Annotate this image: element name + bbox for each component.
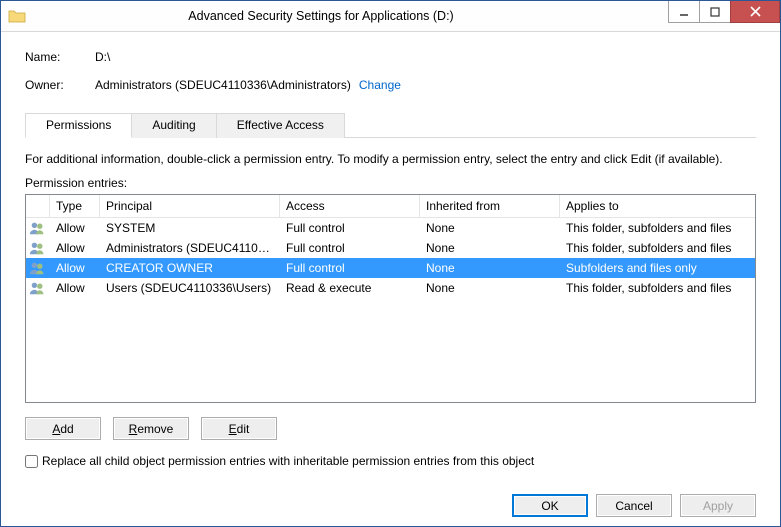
edit-rest: dit [237,422,250,436]
row-inherited: None [420,219,560,237]
remove-mnemonic: R [129,422,138,436]
tab-strip: Permissions Auditing Effective Access [25,112,756,138]
column-header-applies[interactable]: Applies to [560,195,755,217]
row-applies: This folder, subfolders and files [560,279,755,297]
row-applies: Subfolders and files only [560,259,755,277]
table-row[interactable]: AllowUsers (SDEUC4110336\Users)Read & ex… [26,278,755,298]
tab-permissions[interactable]: Permissions [25,113,132,138]
row-type: Allow [50,259,100,277]
window-title: Advanced Security Settings for Applicati… [0,9,669,23]
table-row[interactable]: AllowAdministrators (SDEUC411033...Full … [26,238,755,258]
owner-row: Owner: Administrators (SDEUC4110336\Admi… [25,78,756,92]
name-label: Name: [25,50,95,64]
row-access: Full control [280,219,420,237]
table-row[interactable]: AllowCREATOR OWNERFull controlNoneSubfol… [26,258,755,278]
maximize-button[interactable] [699,1,731,23]
add-button[interactable]: Add [25,417,101,440]
row-applies: This folder, subfolders and files [560,239,755,257]
replace-inherit-row[interactable]: Replace all child object permission entr… [25,454,756,468]
title-bar: Advanced Security Settings for Applicati… [1,1,780,32]
replace-inherit-checkbox[interactable] [25,455,38,468]
row-type: Allow [50,279,100,297]
column-header-principal[interactable]: Principal [100,195,280,217]
minimize-button[interactable] [668,1,700,23]
owner-value: Administrators (SDEUC4110336\Administrat… [95,78,351,92]
row-icon-cell [26,219,50,237]
table-header: Type Principal Access Inherited from App… [26,195,755,218]
name-row: Name: D:\ [25,50,756,64]
dialog-footer: OK Cancel Apply [25,484,756,517]
row-principal: Users (SDEUC4110336\Users) [100,279,280,297]
row-principal: CREATOR OWNER [100,259,280,277]
row-inherited: None [420,239,560,257]
people-icon [29,240,47,256]
folder-icon [7,6,27,26]
replace-inherit-label: Replace all child object permission entr… [42,454,534,468]
people-icon [29,280,47,296]
row-inherited: None [420,259,560,277]
remove-button[interactable]: Remove [113,417,189,440]
table-row[interactable]: AllowSYSTEMFull controlNoneThis folder, … [26,218,755,238]
edit-mnemonic: E [229,422,237,436]
table-body: AllowSYSTEMFull controlNoneThis folder, … [26,218,755,298]
apply-button[interactable]: Apply [680,494,756,517]
edit-button[interactable]: Edit [201,417,277,440]
add-rest: dd [60,422,73,436]
dialog-content: Name: D:\ Owner: Administrators (SDEUC41… [1,32,780,527]
row-type: Allow [50,239,100,257]
row-principal: Administrators (SDEUC411033... [100,239,280,257]
remove-rest: emove [137,422,173,436]
ok-button[interactable]: OK [512,494,588,517]
tab-effective-access[interactable]: Effective Access [216,113,345,138]
window-controls [669,1,780,22]
row-applies: This folder, subfolders and files [560,219,755,237]
people-icon [29,260,47,276]
row-type: Allow [50,219,100,237]
column-header-icon[interactable] [26,195,50,217]
row-icon-cell [26,239,50,257]
row-principal: SYSTEM [100,219,280,237]
change-owner-link[interactable]: Change [359,78,401,92]
cancel-button[interactable]: Cancel [596,494,672,517]
row-access: Read & execute [280,279,420,297]
entries-label: Permission entries: [25,176,756,190]
row-access: Full control [280,259,420,277]
column-header-access[interactable]: Access [280,195,420,217]
close-button[interactable] [730,1,780,23]
column-header-type[interactable]: Type [50,195,100,217]
row-icon-cell [26,279,50,297]
permissions-table[interactable]: Type Principal Access Inherited from App… [25,194,756,403]
people-icon [29,220,47,236]
row-icon-cell [26,259,50,277]
owner-label: Owner: [25,78,95,92]
instruction-text: For additional information, double-click… [25,152,756,166]
row-inherited: None [420,279,560,297]
column-header-inherited[interactable]: Inherited from [420,195,560,217]
row-access: Full control [280,239,420,257]
tab-auditing[interactable]: Auditing [131,113,216,138]
name-value: D:\ [95,50,110,64]
action-button-row: Add Remove Edit [25,417,756,440]
